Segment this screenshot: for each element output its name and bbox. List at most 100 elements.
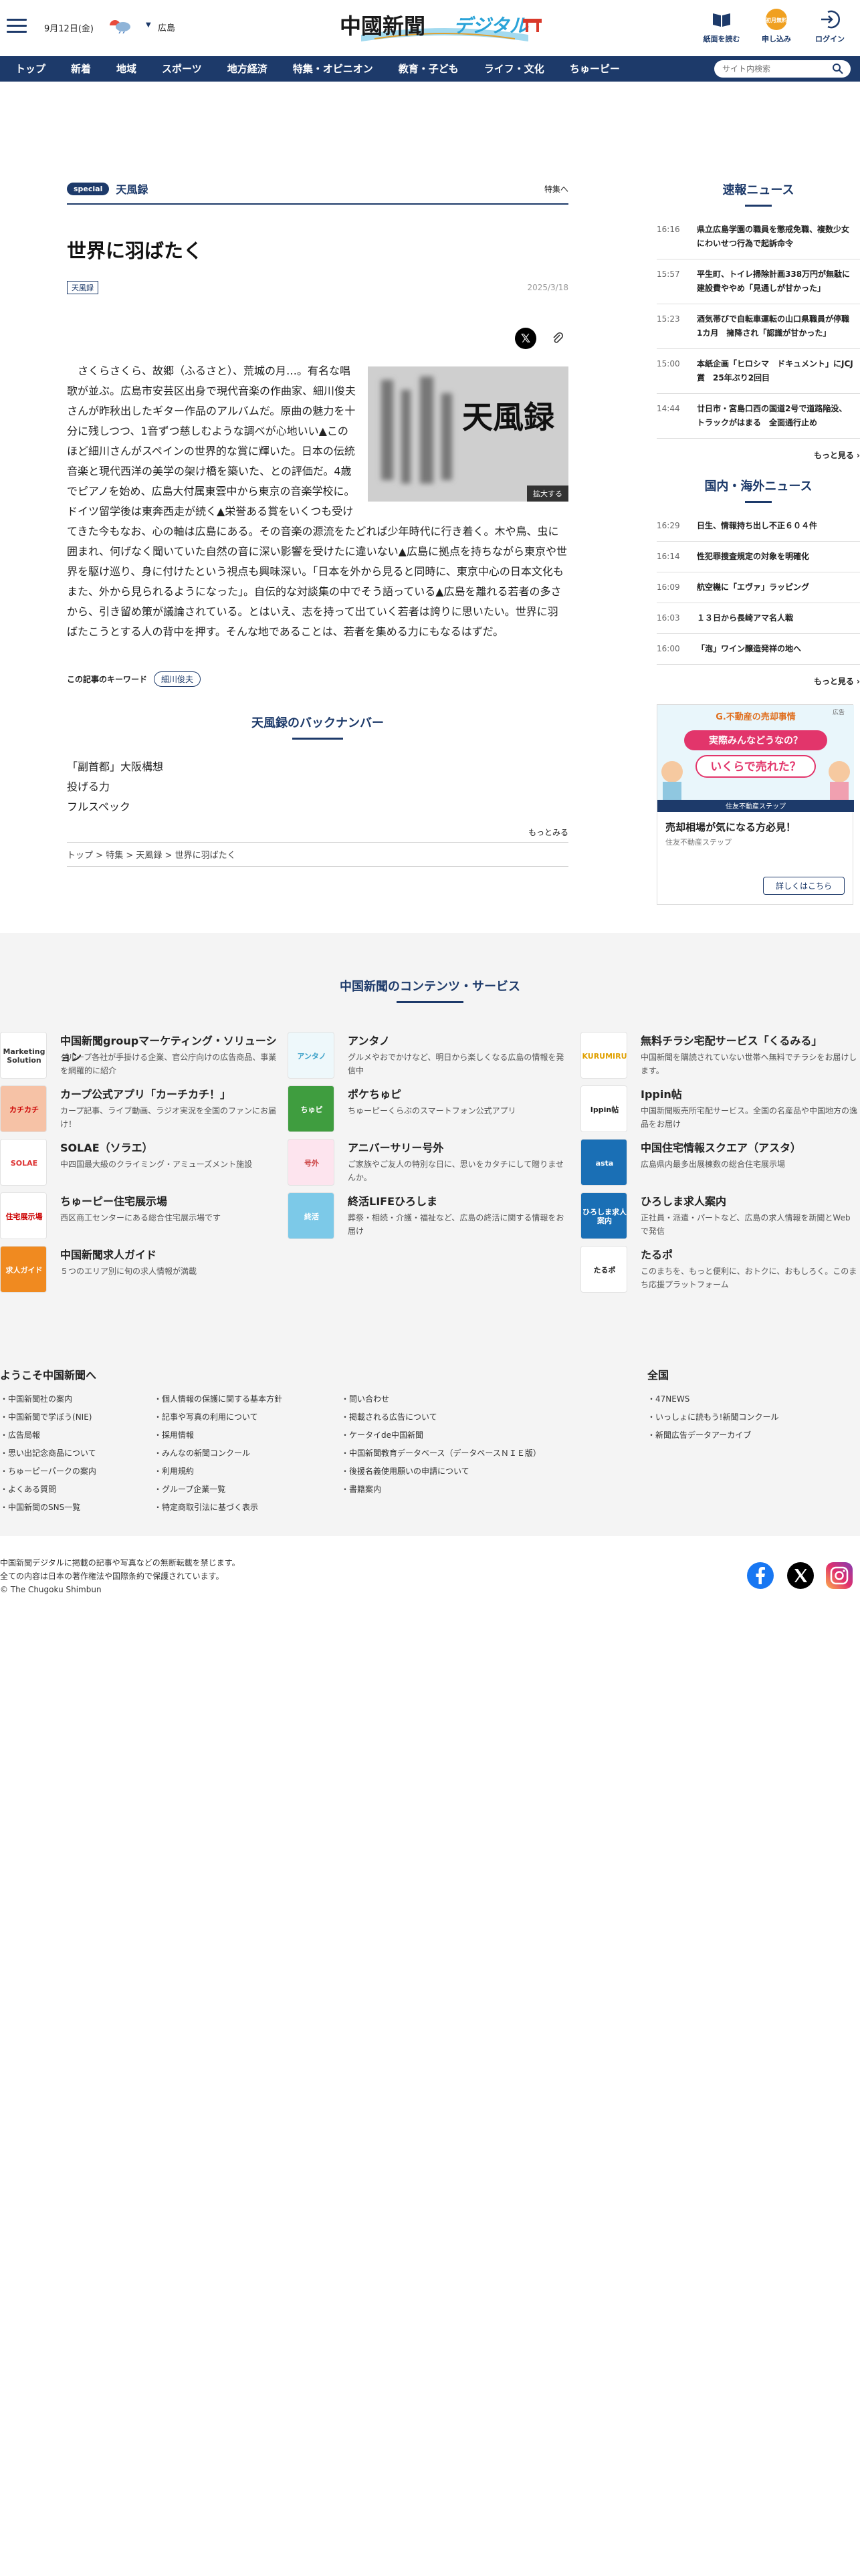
service-item[interactable]: asta 中国住宅情報スクエア（アスタ） 広島県内最多出展棟数の総合住宅展示場 (580, 1139, 860, 1192)
x-icon[interactable] (786, 1562, 815, 1590)
domestic-more-link[interactable]: もっと見る › (657, 675, 860, 687)
news-headline[interactable]: 性犯罪捜査規定の対象を明確化 (697, 550, 860, 564)
footer-link[interactable]: ・中国新聞で学ぼう(NIE) (0, 1411, 92, 1422)
news-item[interactable]: 16:16 県立広島学園の職員を懲戒免職、複数少女にわいせつ行為で起訴命令 (657, 215, 860, 259)
sidebar-ad[interactable]: 広告 G.不動産の売却事情 実際みんなどうなの？ いくらで売れた？ 住友不動産ス… (657, 704, 854, 905)
footer-link[interactable]: ・ちゅーピーパークの案内 (0, 1465, 96, 1477)
service-item[interactable]: ひろしま求人案内 ひろしま求人案内 正社員・派遣・パートなど、広島の求人情報を新聞と… (580, 1192, 860, 1246)
x-share-icon[interactable]: 𝕏 (515, 328, 536, 349)
service-item[interactable]: 住宅展示場 ちゅーピー住宅展示場 西区商工センターにある総合住宅展示場です (0, 1192, 281, 1246)
service-name[interactable]: たるポ (641, 1246, 673, 1262)
service-item[interactable]: 終活 終活LIFEひろしま 葬祭・相続・介護・福祉など、広島の終活に関する情報をお届… (288, 1192, 568, 1246)
service-item[interactable]: カチカチ カープ公式アプリ「カーチカチ！」 カープ記事、ライブ動画、ラジオ実況を全国… (0, 1085, 281, 1139)
article-figure[interactable]: 天風録 拡大する (368, 366, 568, 502)
news-item[interactable]: 16:09 航空機に「エヴァ」ラッピング (657, 572, 860, 603)
service-name[interactable]: Ippin帖 (641, 1085, 682, 1101)
special-feature-link[interactable]: 特集へ (544, 183, 568, 195)
footer-link[interactable]: ・中国新聞社の案内 (0, 1393, 72, 1404)
breadcrumb-item[interactable]: 特集 (106, 851, 123, 861)
service-name[interactable]: カープ公式アプリ「カーチカチ！」 (60, 1085, 231, 1101)
service-name[interactable]: アニバーサリー号外 (348, 1139, 443, 1155)
news-item[interactable]: 16:03 １３日から長崎アマ名人戦 (657, 603, 860, 634)
nav-item-chupy[interactable]: ちゅーピー (557, 56, 633, 82)
breaking-more-link[interactable]: もっと見る › (657, 449, 860, 461)
service-name[interactable]: ひろしま求人案内 (641, 1192, 726, 1208)
backnumber-item[interactable]: 「副首都」大阪構想 (67, 757, 568, 777)
footer-link[interactable]: ・47NEWS (647, 1393, 689, 1404)
news-headline[interactable]: 航空機に「エヴァ」ラッピング (697, 580, 860, 595)
breadcrumb-item[interactable]: 天風録 (136, 851, 162, 861)
service-item[interactable]: Marketing Solution 中国新聞groupマーケティング・ソリューシ… (0, 1032, 281, 1085)
copy-link-icon[interactable] (547, 328, 568, 349)
footer-link[interactable]: ・書籍案内 (341, 1483, 381, 1495)
footer-link[interactable]: ・採用情報 (154, 1429, 194, 1440)
footer-link[interactable]: ・いっしょに読もう!新聞コンクール (647, 1411, 778, 1422)
footer-link[interactable]: ・特定商取引法に基づく表示 (154, 1501, 258, 1513)
search-icon[interactable] (832, 63, 844, 75)
service-name[interactable]: 無料チラシ宅配サービス「くるみる」 (641, 1032, 822, 1048)
service-item[interactable]: ちゅピ ポケちゅピ ちゅーピーくらぶのスマートフォン公式アプリ (288, 1085, 568, 1139)
subscribe-button[interactable]: 初月無料 申し込み (753, 8, 800, 44)
backnumber-item[interactable]: 投げる力 (67, 777, 568, 797)
backnumber-more-link[interactable]: もっとみる (67, 827, 568, 838)
footer-link[interactable]: ・よくある質問 (0, 1483, 56, 1495)
site-logo[interactable]: 中國新聞 デジタル (334, 8, 555, 45)
footer-link[interactable]: ・広告局報 (0, 1429, 40, 1440)
news-item[interactable]: 16:29 日生、情報持ち出し不正６０４件 (657, 511, 860, 542)
category-name[interactable]: 天風録 (116, 181, 148, 197)
news-item[interactable]: 16:14 性犯罪捜査規定の対象を明確化 (657, 542, 860, 572)
footer-link[interactable]: ・問い合わせ (341, 1393, 389, 1404)
menu-icon[interactable] (7, 19, 27, 33)
backnumber-item[interactable]: フルスペック (67, 797, 568, 817)
news-item[interactable]: 16:00 「泡」ワイン醸造発祥の地へ (657, 634, 860, 665)
news-item[interactable]: 15:00 本紙企画「ヒロシマ ドキュメント」にJCJ賞 25年ぶり2回目 (657, 349, 860, 394)
footer-link[interactable]: ・中国新聞のSNS一覧 (0, 1501, 80, 1513)
footer-link[interactable]: ・掲載される広告について (341, 1411, 437, 1422)
region-dropdown-icon[interactable]: ▼ (146, 21, 151, 29)
footer-link[interactable]: ・後援名義使用願いの申請について (341, 1465, 469, 1477)
article-tag[interactable]: 天風録 (67, 281, 98, 294)
read-paper-button[interactable]: 紙面を読む (698, 8, 745, 44)
service-name[interactable]: 中国新聞求人ガイド (60, 1246, 156, 1262)
footer-link[interactable]: ・利用規約 (154, 1465, 194, 1477)
service-item[interactable]: SOLAE SOLAE（ソラエ） 中四国最大級のクライミング・アミューズメント施設 (0, 1139, 281, 1192)
news-item[interactable]: 14:44 廿日市・宮島口西の国道2号で道路陥没、トラックがはまる 全面通行止め (657, 394, 860, 439)
nav-item-life[interactable]: ライフ・文化 (471, 56, 557, 82)
nav-item-top[interactable]: トップ (3, 56, 58, 82)
service-item[interactable]: アンタノ アンタノ グルメやおでかけなど、明日から楽しくなる広島の情報を発信中 (288, 1032, 568, 1085)
footer-link[interactable]: ・個人情報の保護に関する基本方針 (154, 1393, 282, 1404)
service-name[interactable]: SOLAE（ソラエ） (60, 1139, 153, 1155)
news-headline[interactable]: １３日から長崎アマ名人戦 (697, 611, 860, 625)
news-item[interactable]: 15:23 酒気帯びで自転車運転の山口県職員が停職1カ月 擁降され「認識が甘かった… (657, 304, 860, 349)
service-item[interactable]: KURUMIRU 無料チラシ宅配サービス「くるみる」 中国新聞を購読されていない世帯… (580, 1032, 860, 1085)
nav-item-sports[interactable]: スポーツ (149, 56, 215, 82)
news-headline[interactable]: 本紙企画「ヒロシマ ドキュメント」にJCJ賞 25年ぶり2回目 (697, 357, 860, 385)
service-name[interactable]: アンタノ (348, 1032, 390, 1048)
service-item[interactable]: Ippin帖 Ippin帖 中国新聞販売所宅配サービス。全国の名産品や中国地方の逸品… (580, 1085, 860, 1139)
news-headline[interactable]: 廿日市・宮島口西の国道2号で道路陥没、トラックがはまる 全面通行止め (697, 402, 860, 430)
service-name[interactable]: 中国住宅情報スクエア（アスタ） (641, 1139, 801, 1155)
news-headline[interactable]: 県立広島学園の職員を懲戒免職、複数少女にわいせつ行為で起訴命令 (697, 223, 860, 251)
footer-link[interactable]: ・思い出記念商品について (0, 1447, 96, 1459)
ad-detail-button[interactable]: 詳しくはこちら (762, 877, 845, 895)
news-headline[interactable]: 日生、情報持ち出し不正６０４件 (697, 519, 860, 533)
service-item[interactable]: 号外 アニバーサリー号外 ご家族やご友人の特別な日に、思いをカタチにして贈りませんか… (288, 1139, 568, 1192)
service-name[interactable]: ちゅーピー住宅展示場 (60, 1192, 167, 1208)
breadcrumb-item[interactable]: トップ (67, 851, 93, 861)
footer-link[interactable]: ・ケータイde中国新聞 (341, 1429, 423, 1440)
nav-item-opinion[interactable]: 特集・オピニオン (280, 56, 386, 82)
footer-link[interactable]: ・中国新聞教育データベース（データベースＮＩＥ版） (341, 1447, 541, 1459)
news-headline[interactable]: 平生町、トイレ掃除計画338万円が無駄に 建設費ややめ「見通しが甘かった」 (697, 267, 860, 296)
nav-item-economy[interactable]: 地方経済 (215, 56, 280, 82)
keyword-tag[interactable]: 細川俊夫 (154, 671, 201, 687)
nav-item-new[interactable]: 新着 (58, 56, 104, 82)
login-button[interactable]: ログイン (807, 8, 853, 44)
news-headline[interactable]: 「泡」ワイン醸造発祥の地へ (697, 642, 860, 656)
news-item[interactable]: 15:57 平生町、トイレ掃除計画338万円が無駄に 建設費ややめ「見通しが甘かっ… (657, 259, 860, 304)
footer-link[interactable]: ・グループ企業一覧 (154, 1483, 225, 1495)
footer-link[interactable]: ・みんなの新聞コンクール (154, 1447, 250, 1459)
footer-link[interactable]: ・記事や写真の利用について (154, 1411, 258, 1422)
enlarge-button[interactable]: 拡大する (527, 486, 568, 502)
facebook-icon[interactable] (746, 1562, 774, 1590)
nav-item-region[interactable]: 地域 (104, 56, 149, 82)
